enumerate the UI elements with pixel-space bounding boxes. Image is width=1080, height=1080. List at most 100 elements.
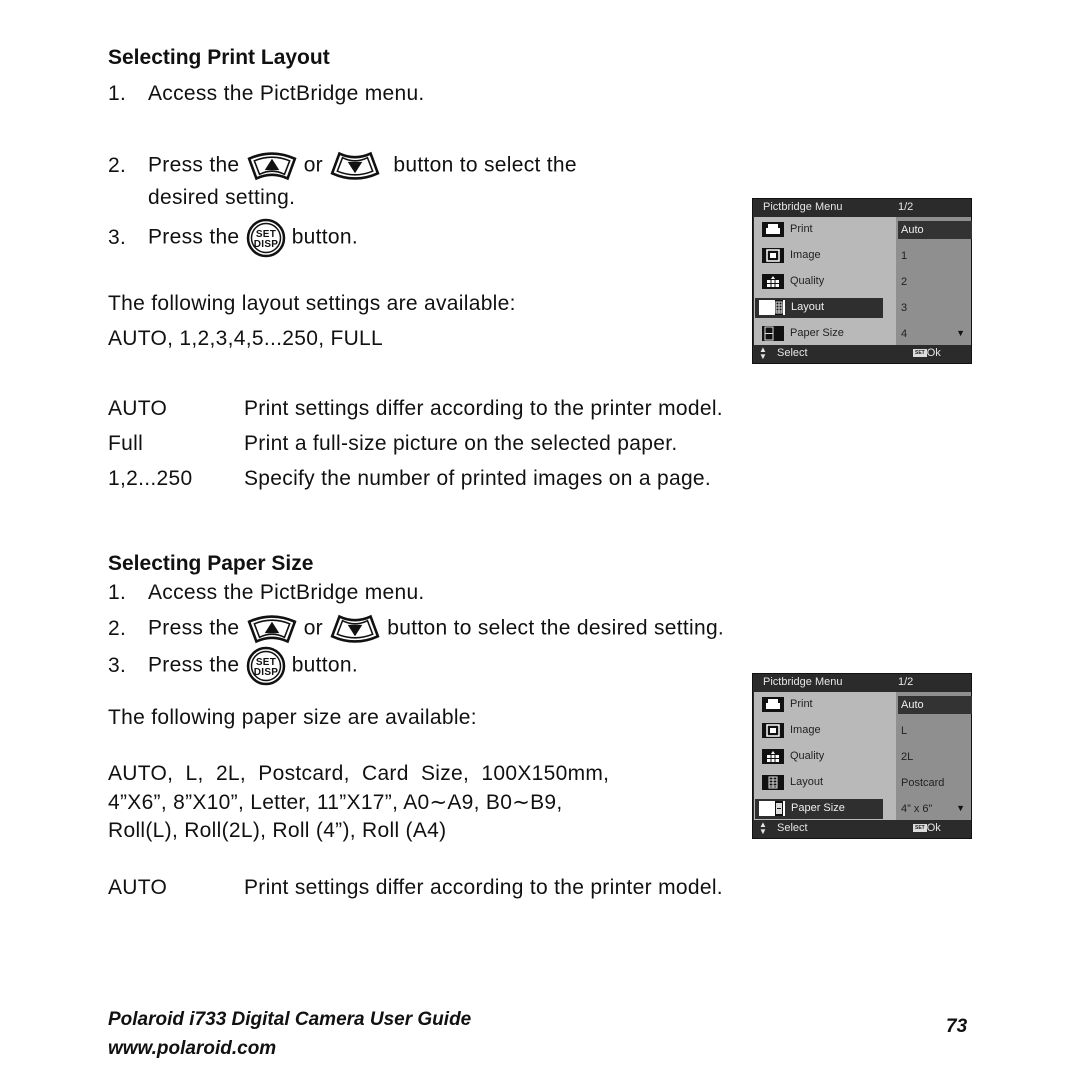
menu-value: 2 xyxy=(901,276,908,288)
step-text: Press the xyxy=(148,225,240,249)
step-text: Press the xyxy=(148,616,240,640)
menu-item-quality: Quality xyxy=(754,272,896,292)
menu-item-quality: Quality xyxy=(754,747,896,767)
step-2-continuation: desired setting. xyxy=(148,186,296,209)
up-button-icon xyxy=(246,613,298,645)
step-text: Access the PictBridge menu. xyxy=(148,581,425,604)
menu-item-print: Print xyxy=(754,220,896,240)
menu-items-panel: Print Image Quality Layout Paper Size xyxy=(754,217,896,347)
quality-icon xyxy=(762,749,784,764)
quality-icon xyxy=(762,274,784,289)
step-number: 1. xyxy=(108,82,127,105)
step-text: Press the xyxy=(148,653,240,677)
menu-value-selected: Auto xyxy=(898,696,972,714)
section-heading-paper-size: Selecting Paper Size xyxy=(108,552,314,575)
layout-intro: The following layout settings are availa… xyxy=(108,292,516,315)
step-text: or xyxy=(303,616,323,640)
menu-footer-bar: ▲ ▼ Select SET Ok xyxy=(753,345,971,363)
step-text: or xyxy=(303,153,323,177)
paper-size-options-line: AUTO, L, 2L, Postcard, Card Size, 100X15… xyxy=(108,762,610,785)
pictbridge-menu-screenshot-paper-size: Pictbridge Menu 1/2 Print Image Quality … xyxy=(752,673,972,839)
menu-value: L xyxy=(901,725,908,737)
menu-footer-bar: ▲ ▼ Select SET Ok xyxy=(753,820,971,838)
printer-icon xyxy=(762,697,784,712)
step-2: 2. Press the or button to select the xyxy=(108,150,577,182)
footer-title: Polaroid i733 Digital Camera User Guide xyxy=(108,1009,472,1030)
up-button-icon xyxy=(246,150,298,182)
definition-term: 1,2...250 xyxy=(108,467,193,490)
set-disp-button-icon xyxy=(246,218,286,258)
menu-page: 1/2 xyxy=(898,676,914,688)
menu-title-bar: Pictbridge Menu 1/2 xyxy=(753,199,971,217)
image-icon xyxy=(762,248,784,263)
step-number: 2. xyxy=(108,153,127,177)
paper-size-options-line: 4”X6”, 8”X10”, Letter, 11”X17”, A0∼A9, B… xyxy=(108,791,563,814)
menu-item-paper-size-selected: Paper Size xyxy=(755,799,883,819)
step-number: 1. xyxy=(108,581,127,604)
footer-url: www.polaroid.com xyxy=(108,1038,277,1059)
set-disp-button-icon xyxy=(246,646,286,686)
footer-select-label: Select xyxy=(777,822,808,834)
step-number: 3. xyxy=(108,653,127,677)
menu-items-panel: Print Image Quality Layout Paper Size xyxy=(754,692,896,822)
scroll-down-arrow-icon: ▼ xyxy=(956,803,965,813)
menu-item-layout: Layout xyxy=(754,773,896,793)
step-text: button. xyxy=(291,653,359,677)
step-text: Access the PictBridge menu. xyxy=(148,82,425,105)
step-2: 2. Press the or button to select the desi… xyxy=(108,613,724,645)
image-icon xyxy=(762,723,784,738)
menu-title: Pictbridge Menu xyxy=(763,676,843,688)
step-text: button. xyxy=(291,225,359,249)
definition-term: AUTO xyxy=(108,397,168,420)
menu-item-layout-selected: Layout xyxy=(755,298,883,318)
up-down-arrows-icon: ▲ ▼ xyxy=(759,820,767,836)
definition-desc: Print a full-size picture on the selecte… xyxy=(244,432,678,455)
layout-icon xyxy=(762,775,784,790)
menu-value: 2L xyxy=(901,751,914,763)
footer-ok: SET Ok xyxy=(913,347,941,359)
menu-title: Pictbridge Menu xyxy=(763,201,843,213)
menu-value-selected: Auto xyxy=(898,221,972,239)
scroll-down-arrow-icon: ▼ xyxy=(956,328,965,338)
set-badge-icon: SET xyxy=(913,824,927,832)
menu-item-image: Image xyxy=(754,721,896,741)
layout-icon xyxy=(759,300,785,315)
definition-term: Full xyxy=(108,432,144,455)
printer-icon xyxy=(762,222,784,237)
step-text: button to select the xyxy=(393,153,577,177)
definition-desc: Specify the number of printed images on … xyxy=(244,467,712,490)
down-button-icon xyxy=(329,613,381,645)
menu-item-paper-size: Paper Size xyxy=(754,324,896,344)
menu-value: 3 xyxy=(901,302,908,314)
menu-item-print: Print xyxy=(754,695,896,715)
menu-value: 1 xyxy=(901,250,908,262)
definition-desc: Print settings differ according to the p… xyxy=(244,876,723,899)
pictbridge-menu-screenshot-layout: Pictbridge Menu 1/2 Print Image Quality … xyxy=(752,198,972,364)
footer-ok: SET Ok xyxy=(913,822,941,834)
step-text: button to select the desired setting. xyxy=(387,616,725,640)
layout-options: AUTO, 1,2,3,4,5...250, FULL xyxy=(108,327,384,350)
menu-values-panel: Auto 1 2 3 4 ▼ xyxy=(896,217,972,347)
paper-size-intro: The following paper size are available: xyxy=(108,706,477,729)
step-text: Press the xyxy=(148,153,240,177)
page-number: 73 xyxy=(946,1016,968,1037)
section-heading-print-layout: Selecting Print Layout xyxy=(108,46,330,69)
step-1: 1. Access the PictBridge menu. xyxy=(108,581,425,605)
step-3: 3. Press the button. xyxy=(108,218,358,258)
menu-value: Postcard xyxy=(901,777,945,789)
step-number: 2. xyxy=(108,616,127,640)
menu-title-bar: Pictbridge Menu 1/2 xyxy=(753,674,971,692)
menu-item-image: Image xyxy=(754,246,896,266)
step-1: 1. Access the PictBridge menu. xyxy=(108,82,425,106)
set-badge-icon: SET xyxy=(913,349,927,357)
menu-page: 1/2 xyxy=(898,201,914,213)
up-down-arrows-icon: ▲ ▼ xyxy=(759,345,767,361)
paper-size-options-line: Roll(L), Roll(2L), Roll (4”), Roll (A4) xyxy=(108,819,447,842)
step-number: 3. xyxy=(108,225,127,249)
definition-desc: Print settings differ according to the p… xyxy=(244,397,723,420)
menu-values-panel: Auto L 2L Postcard 4” x 6” ▼ xyxy=(896,692,972,822)
paper-size-icon xyxy=(762,326,784,341)
paper-size-icon xyxy=(759,801,785,816)
down-button-icon xyxy=(329,150,381,182)
step-3: 3. Press the button. xyxy=(108,646,358,686)
